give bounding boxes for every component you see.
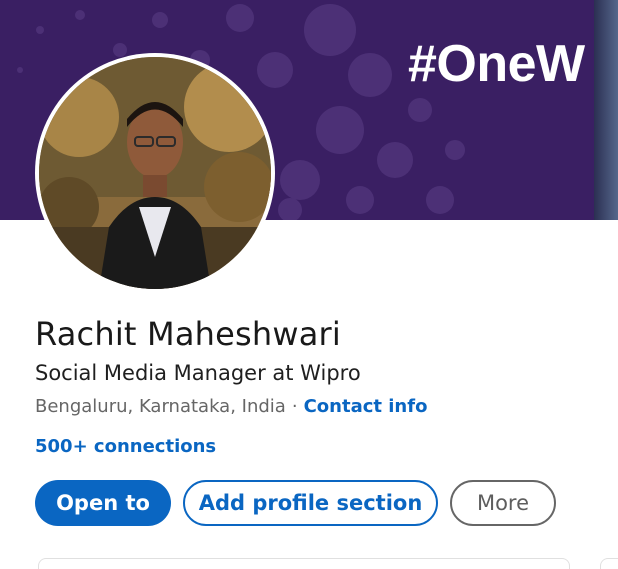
add-profile-section-button[interactable]: Add profile section bbox=[183, 480, 438, 526]
separator-dot: · bbox=[291, 396, 298, 417]
location-row: Bengaluru, Karnataka, India · Contact info bbox=[35, 396, 427, 417]
profile-name: Rachit Maheshwari bbox=[35, 315, 341, 353]
avatar-photo bbox=[39, 57, 271, 289]
avatar[interactable] bbox=[35, 53, 275, 293]
banner-photo-edge bbox=[594, 0, 618, 220]
more-button[interactable]: More bbox=[450, 480, 556, 526]
profile-headline: Social Media Manager at Wipro bbox=[35, 361, 361, 385]
connections-link[interactable]: 500+ connections bbox=[35, 436, 216, 457]
open-to-button[interactable]: Open to bbox=[35, 480, 171, 526]
banner-hashtag: #OneW bbox=[408, 35, 585, 93]
profile-location: Bengaluru, Karnataka, India bbox=[35, 396, 286, 417]
contact-info-link[interactable]: Contact info bbox=[304, 396, 428, 417]
